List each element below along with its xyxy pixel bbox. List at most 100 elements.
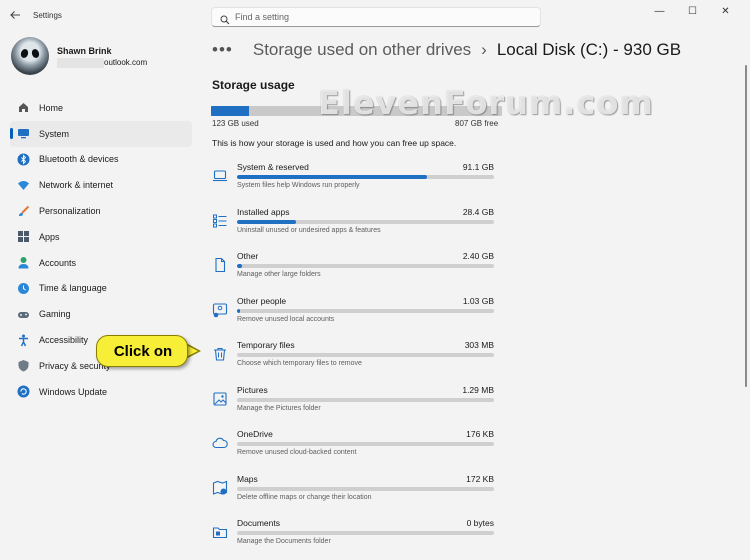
callout-text: Click on xyxy=(113,343,173,360)
email-redaction xyxy=(57,58,104,68)
accounts-icon xyxy=(17,256,30,269)
category-description: Choose which temporary files to remove xyxy=(237,360,362,367)
category-usage-bar xyxy=(237,308,494,313)
storage-category-pictures[interactable]: Pictures 1.29 MB Manage the Pictures folde… xyxy=(211,385,501,430)
storage-category-other-people[interactable]: Other people 1.03 GB Remove unused local a… xyxy=(211,296,501,341)
sidebar-item-label: Bluetooth & devices xyxy=(39,154,119,165)
category-description: Manage the Documents folder xyxy=(237,538,331,545)
category-usage-fill xyxy=(237,264,243,268)
sidebar-item-accounts[interactable]: Accounts xyxy=(10,250,192,276)
documents-icon xyxy=(211,523,229,541)
category-name: Other xyxy=(237,251,259,261)
sidebar-item-label: Gaming xyxy=(39,309,71,320)
category-usage-fill xyxy=(237,175,428,179)
profile-email: outlook.com xyxy=(104,58,148,67)
sidebar-item-label: Time & language xyxy=(39,283,107,294)
sidebar-item-label: Apps xyxy=(39,231,60,242)
sidebar-item-personalization[interactable]: Personalization xyxy=(10,198,192,224)
storage-category-onedrive[interactable]: OneDrive 176 KB Remove unused cloud-backed… xyxy=(211,429,501,474)
windows-update-icon xyxy=(17,385,30,398)
sidebar-item-label: System xyxy=(39,128,70,139)
category-name: Pictures xyxy=(237,384,268,395)
storage-category-installed-apps[interactable]: Installed apps 28.4 GB Uninstall unused or… xyxy=(211,207,501,252)
category-description: Uninstall unused or undesired apps & fea… xyxy=(237,226,381,234)
breadcrumb-more-button[interactable]: ••• xyxy=(212,40,233,60)
storage-category-other[interactable]: Other 2.40 GB Manage other large folders xyxy=(211,251,501,296)
apps-icon xyxy=(17,230,30,243)
bluetooth-icon xyxy=(17,153,30,166)
search-box[interactable] xyxy=(211,7,541,27)
category-name: Temporary files xyxy=(237,340,295,350)
watermark: ElevenForum.com xyxy=(318,84,654,122)
category-name: System & reserved xyxy=(237,162,309,172)
close-button[interactable]: ✕ xyxy=(709,4,742,20)
shield-icon xyxy=(17,359,30,372)
laptop-icon xyxy=(211,167,229,185)
category-size: 176 KB xyxy=(466,429,494,439)
category-name: OneDrive xyxy=(237,429,273,439)
category-usage-bar xyxy=(237,175,494,179)
sidebar-item-home[interactable]: Home xyxy=(10,95,192,121)
breadcrumb-parent-link[interactable]: Storage used on other drives xyxy=(253,40,471,60)
sidebar-item-label: Network & internet xyxy=(39,180,114,191)
breadcrumb-chevron-icon: › xyxy=(481,40,487,59)
category-description: Manage other large folders xyxy=(237,271,321,278)
search-input[interactable] xyxy=(235,10,525,24)
system-icon xyxy=(17,127,30,140)
category-usage-bar xyxy=(237,264,494,268)
sidebar-item-label: Windows Update xyxy=(39,386,108,397)
callout: Click on xyxy=(96,335,188,367)
category-usage-bar xyxy=(237,219,494,224)
category-name: Maps xyxy=(237,473,258,484)
accessibility-icon xyxy=(17,334,30,347)
storage-usage-heading: Storage usage xyxy=(212,78,295,92)
sidebar-item-gaming[interactable]: Gaming xyxy=(10,301,192,327)
gaming-icon xyxy=(17,308,30,321)
back-arrow-icon[interactable] xyxy=(9,9,23,23)
profile-name: Shawn Brink xyxy=(57,46,112,56)
category-usage-fill xyxy=(237,219,297,224)
sidebar-item-bluetooth-devices[interactable]: Bluetooth & devices xyxy=(10,147,192,173)
app-title: Settings xyxy=(33,11,62,20)
category-size: 0 bytes xyxy=(466,518,494,528)
sidebar-item-time-language[interactable]: Time & language xyxy=(10,276,192,302)
breadcrumb: ••• Storage used on other drives › Local… xyxy=(212,37,681,63)
maximize-button[interactable]: ☐ xyxy=(676,4,709,20)
storage-category-system-reserved[interactable]: System & reserved 91.1 GB System files hel… xyxy=(211,162,501,207)
sidebar-item-windows-update[interactable]: Windows Update xyxy=(10,379,192,405)
sidebar-item-system[interactable]: System xyxy=(10,120,192,147)
category-size: 2.40 GB xyxy=(462,251,494,261)
category-usage-bar xyxy=(237,353,494,357)
trash-icon xyxy=(211,345,229,363)
search-icon xyxy=(220,12,230,25)
category-description: Remove unused local accounts xyxy=(237,315,335,323)
storage-intro-text: This is how your storage is used and how… xyxy=(212,138,457,148)
sidebar-item-label: Home xyxy=(39,102,64,113)
sidebar-item-apps[interactable]: Apps xyxy=(10,224,192,250)
window-controls: — ☐ ✕ xyxy=(643,4,742,20)
category-description: Remove unused cloud-backed content xyxy=(237,449,357,456)
sidebar-item-label: Accounts xyxy=(39,257,77,268)
settings-window: Settings — ☐ ✕ Shawn Brink outlook.com H… xyxy=(0,0,750,560)
category-name: Documents xyxy=(237,518,280,528)
category-size: 172 KB xyxy=(466,473,494,484)
storage-usage-fill xyxy=(211,106,250,116)
avatar xyxy=(11,37,49,75)
minimize-button[interactable]: — xyxy=(643,4,676,20)
storage-category-temporary-files[interactable]: Temporary files 303 MB Choose which tempor… xyxy=(211,340,501,385)
category-name: Other people xyxy=(237,295,287,306)
sidebar-item-network-internet[interactable]: Network & internet xyxy=(10,172,192,198)
category-usage-bar xyxy=(237,397,494,402)
apps-list-icon xyxy=(211,212,229,230)
category-size: 91.1 GB xyxy=(462,162,494,172)
category-size: 28.4 GB xyxy=(462,206,494,217)
category-size: 1.29 MB xyxy=(462,384,494,395)
user-profile[interactable]: Shawn Brink outlook.com xyxy=(11,37,201,79)
used-space-label: 123 GB used xyxy=(212,119,259,128)
category-description: Delete offline maps or change their loca… xyxy=(237,493,372,501)
scrollbar[interactable] xyxy=(745,65,747,387)
storage-category-maps[interactable]: Maps 172 KB Delete offline maps or change … xyxy=(211,474,501,519)
storage-category-documents[interactable]: Documents 0 bytes Manage the Documents fol… xyxy=(211,518,501,560)
people-icon xyxy=(211,301,229,319)
file-icon xyxy=(211,256,229,274)
